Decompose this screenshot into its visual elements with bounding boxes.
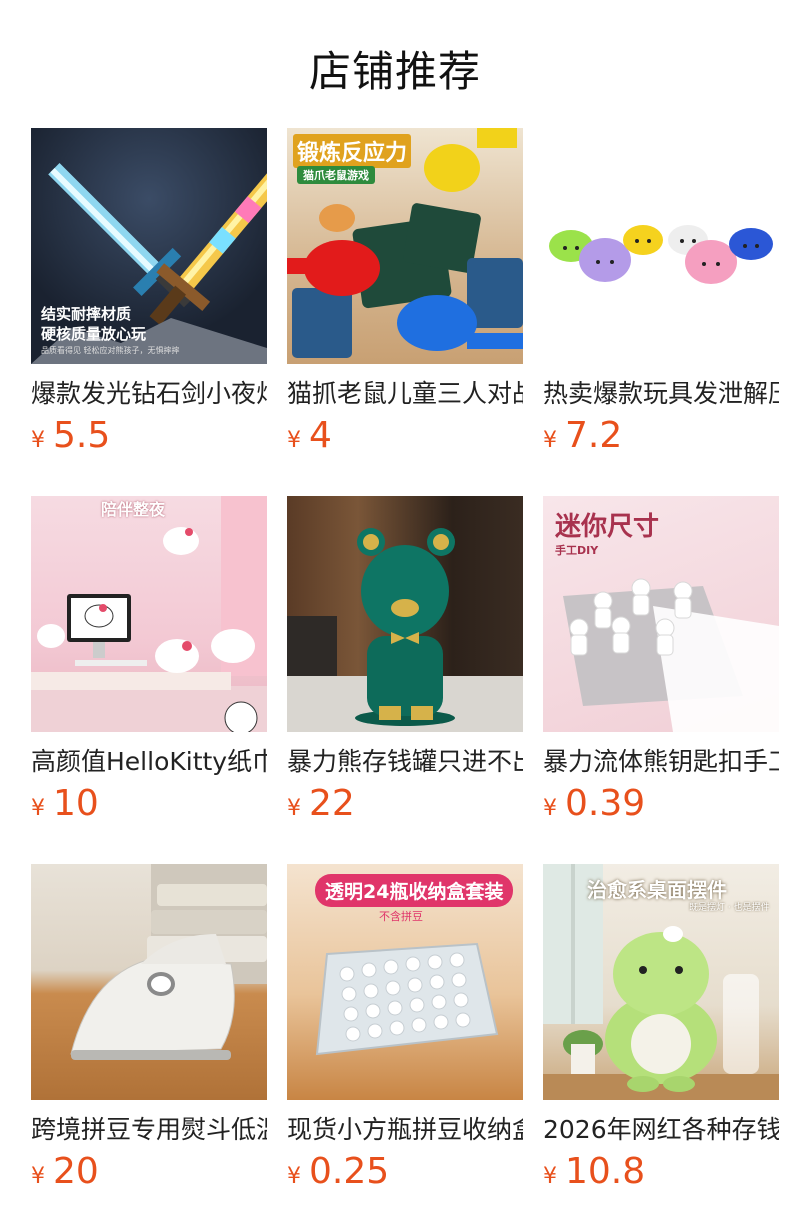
image-caption: 透明24瓶收纳盒套装 <box>315 874 514 907</box>
product-name[interactable]: 2026年网红各种存钱罐 <box>543 1114 779 1146</box>
price-value: 20 <box>53 1151 99 1192</box>
product-image[interactable] <box>287 496 523 732</box>
product-name[interactable]: 热卖爆款玩具发泄解压 <box>543 378 779 410</box>
currency-symbol: ¥ <box>543 428 557 453</box>
product-image[interactable]: 结实耐摔材质 硬核质量放心玩 品质看得见 轻松应对熊孩子，无惧摔摔 <box>31 128 267 364</box>
product-price: ¥0.39 <box>543 784 779 829</box>
image-subcaption: 手工DIY <box>555 544 599 557</box>
product-name[interactable]: 猫抓老鼠儿童三人对战 <box>287 378 523 410</box>
image-subcaption: 品质看得见 轻松应对熊孩子，无惧摔摔 <box>41 346 180 355</box>
currency-symbol: ¥ <box>31 428 45 453</box>
price-value: 7.2 <box>565 415 623 456</box>
product-name[interactable]: 暴力熊存钱罐只进不出 <box>287 746 523 778</box>
product-price: ¥4 <box>287 416 523 461</box>
price-value: 22 <box>309 783 355 824</box>
product-card[interactable]: 暴力熊存钱罐只进不出 ¥22 <box>287 496 523 829</box>
currency-symbol: ¥ <box>287 1164 301 1189</box>
product-card[interactable]: 治愈系桌面摆件 既是摆灯 · 也是摆件 2026年网红各种存钱罐 ¥10.8 <box>543 864 779 1197</box>
product-price: ¥0.25 <box>287 1152 523 1197</box>
product-price: ¥22 <box>287 784 523 829</box>
product-price: ¥10 <box>31 784 267 829</box>
page-title: 店铺推荐 <box>308 47 481 96</box>
product-card[interactable]: 跨境拼豆专用熨斗低温 ¥20 <box>31 864 267 1197</box>
product-name[interactable]: 高颜值HelloKitty纸巾 <box>31 746 267 778</box>
currency-symbol: ¥ <box>543 796 557 821</box>
product-card[interactable]: 结实耐摔材质 硬核质量放心玩 品质看得见 轻松应对熊孩子，无惧摔摔 爆款发光钻石… <box>31 128 267 461</box>
product-card[interactable]: 锻炼反应力 猫爪老鼠游戏 猫抓老鼠儿童三人对战 ¥4 <box>287 128 523 461</box>
price-value: 10.8 <box>565 1151 646 1192</box>
image-subcaption: 不含拼豆 <box>379 910 423 923</box>
product-image[interactable] <box>31 864 267 1100</box>
currency-symbol: ¥ <box>31 796 45 821</box>
price-value: 5.5 <box>53 415 111 456</box>
product-image[interactable]: 陪伴整夜 <box>31 496 267 732</box>
product-price: ¥10.8 <box>543 1152 779 1197</box>
product-image[interactable]: 治愈系桌面摆件 既是摆灯 · 也是摆件 <box>543 864 779 1100</box>
product-price: ¥5.5 <box>31 416 267 461</box>
product-card[interactable]: 透明24瓶收纳盒套装 不含拼豆 现货小方瓶拼豆收纳盒 ¥0.25 <box>287 864 523 1197</box>
product-card[interactable]: 陪伴整夜 高颜值HelloKitty纸巾 ¥10 <box>31 496 267 829</box>
image-caption: 陪伴整夜 <box>101 500 166 519</box>
product-price: ¥7.2 <box>543 416 779 461</box>
image-caption: 治愈系桌面摆件 <box>587 878 727 902</box>
currency-symbol: ¥ <box>287 796 301 821</box>
product-price: ¥20 <box>31 1152 267 1197</box>
product-image[interactable]: 透明24瓶收纳盒套装 不含拼豆 <box>287 864 523 1100</box>
product-name[interactable]: 现货小方瓶拼豆收纳盒 <box>287 1114 523 1146</box>
price-value: 4 <box>309 415 332 456</box>
product-name[interactable]: 爆款发光钻石剑小夜灯 <box>31 378 267 410</box>
price-value: 0.25 <box>309 1151 390 1192</box>
product-card[interactable]: 迷你尺寸 手工DIY 暴力流体熊钥匙扣手工 ¥0.39 <box>543 496 779 829</box>
image-subcaption: 既是摆灯 · 也是摆件 <box>689 903 770 913</box>
product-image[interactable]: 迷你尺寸 手工DIY <box>543 496 779 732</box>
image-caption-line: 硬核质量放心玩 <box>41 325 147 343</box>
price-value: 0.39 <box>565 783 646 824</box>
image-caption: 锻炼反应力 <box>293 134 412 168</box>
product-image[interactable]: 锻炼反应力 猫爪老鼠游戏 <box>287 128 523 364</box>
image-caption-line: 结实耐摔材质 <box>41 305 132 323</box>
product-name[interactable]: 暴力流体熊钥匙扣手工 <box>543 746 779 778</box>
product-image[interactable] <box>543 128 779 364</box>
image-caption: 迷你尺寸 <box>555 512 660 542</box>
product-name[interactable]: 跨境拼豆专用熨斗低温 <box>31 1114 267 1146</box>
image-subcaption: 猫爪老鼠游戏 <box>297 166 375 184</box>
currency-symbol: ¥ <box>287 428 301 453</box>
product-card[interactable]: 热卖爆款玩具发泄解压 ¥7.2 <box>543 128 779 461</box>
currency-symbol: ¥ <box>543 1164 557 1189</box>
currency-symbol: ¥ <box>31 1164 45 1189</box>
price-value: 10 <box>53 783 99 824</box>
